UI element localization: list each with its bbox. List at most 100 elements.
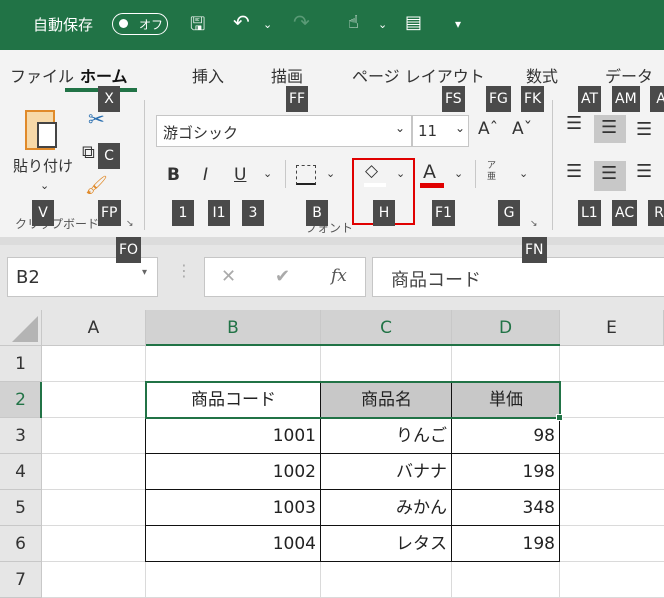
fill-handle[interactable] bbox=[556, 414, 563, 421]
row-header-2[interactable]: 2 bbox=[0, 382, 42, 418]
data-cell[interactable]: 198 bbox=[452, 454, 559, 490]
undo-icon[interactable]: ↶ bbox=[233, 10, 250, 34]
fill-color-icon[interactable]: ◇ bbox=[365, 161, 378, 181]
data-cell[interactable]: みかん bbox=[321, 490, 451, 526]
keytip-badge: R bbox=[648, 200, 664, 226]
font-size-value: 11 bbox=[418, 122, 438, 140]
paste-button[interactable]: 貼り付け bbox=[13, 155, 73, 176]
format-painter-icon[interactable]: 🖌 bbox=[85, 175, 108, 196]
tab-file[interactable]: ファイル bbox=[10, 63, 74, 87]
row-header-3[interactable]: 3 bbox=[0, 418, 42, 454]
tab-insert[interactable]: 挿入 bbox=[192, 63, 224, 87]
splitter-handle[interactable]: ⋮ bbox=[176, 261, 192, 280]
align-top-icon[interactable]: ☰ bbox=[566, 113, 582, 134]
keytip-badge: AM bbox=[612, 86, 640, 112]
align-middle-icon: ☰ bbox=[601, 117, 618, 138]
borders-icon[interactable] bbox=[296, 165, 316, 185]
insert-function-icon[interactable]: fx bbox=[331, 266, 347, 286]
fill-color-dropdown-icon[interactable]: ⌄ bbox=[396, 167, 405, 180]
decrease-font-size-icon[interactable]: Aˇ bbox=[512, 119, 532, 139]
formula-input[interactable]: 商品コード bbox=[372, 257, 664, 297]
customize-qat-icon[interactable]: ▾ bbox=[455, 17, 461, 31]
keytip-badge: L1 bbox=[578, 200, 601, 226]
data-cell[interactable]: 198 bbox=[452, 526, 559, 562]
keytip-badge: V bbox=[32, 200, 54, 226]
font-launcher-icon[interactable]: ↘ bbox=[530, 219, 538, 229]
bold-button[interactable]: B bbox=[167, 165, 180, 185]
furigana-top: ア bbox=[487, 161, 497, 171]
ribbon-shadow bbox=[0, 237, 664, 245]
data-cell[interactable]: レタス bbox=[321, 526, 451, 562]
data-cell[interactable]: 1001 bbox=[146, 418, 320, 454]
tab-page-layout[interactable]: ページ レイアウト bbox=[352, 63, 485, 87]
font-color-dropdown-icon[interactable]: ⌄ bbox=[454, 167, 463, 180]
data-cell[interactable]: 1003 bbox=[146, 490, 320, 526]
row-header-5[interactable]: 5 bbox=[0, 490, 42, 526]
align-middle-button[interactable]: ☰ bbox=[594, 115, 626, 143]
toggle-knob bbox=[119, 19, 128, 28]
font-size-select[interactable]: 11 ⌄ bbox=[412, 115, 469, 147]
font-name-select[interactable]: 游ゴシック ⌄ bbox=[156, 115, 412, 147]
furigana-icon[interactable]: ア亜 bbox=[487, 161, 496, 183]
furigana-dropdown-icon[interactable]: ⌄ bbox=[519, 167, 528, 180]
column-header-E[interactable]: E bbox=[560, 310, 664, 346]
row-header-7[interactable]: 7 bbox=[0, 562, 42, 598]
row-header-1[interactable]: 1 bbox=[0, 346, 42, 382]
keytip-badge: C bbox=[98, 143, 120, 169]
enter-icon[interactable]: ✔ bbox=[275, 266, 290, 287]
name-box[interactable]: B2 ▾ bbox=[7, 257, 158, 297]
group-divider bbox=[144, 100, 145, 230]
column-header-A[interactable]: A bbox=[42, 310, 146, 346]
tab-draw[interactable]: 描画 bbox=[271, 63, 303, 87]
font-color-button[interactable]: A bbox=[423, 161, 436, 183]
increase-font-size-icon[interactable]: Aˆ bbox=[478, 119, 498, 139]
data-cell[interactable]: 98 bbox=[452, 418, 559, 454]
autosave-toggle[interactable]: オフ bbox=[112, 13, 168, 35]
align-center-button[interactable]: ☰ bbox=[594, 161, 626, 191]
tab-data[interactable]: データ bbox=[605, 63, 653, 87]
borders-dropdown-icon[interactable]: ⌄ bbox=[326, 167, 335, 180]
column-header-D[interactable]: D bbox=[452, 310, 560, 346]
clipboard-launcher-icon[interactable]: ↘ bbox=[126, 219, 134, 229]
keytip-badge: FO bbox=[116, 237, 142, 263]
form-icon[interactable]: ▤ bbox=[405, 12, 422, 33]
underline-button[interactable]: U bbox=[234, 165, 246, 185]
paste-dropdown-icon[interactable]: ⌄ bbox=[40, 179, 49, 192]
save-icon[interactable]: 🖫 bbox=[190, 12, 205, 42]
underline-dropdown-icon[interactable]: ⌄ bbox=[263, 167, 272, 180]
title-bar: 自動保存 オフ 🖫 ↶ ⌄ ↷ ☝ ⌄ ▤ ▾ bbox=[0, 0, 664, 50]
undo-dropdown-icon[interactable]: ⌄ bbox=[263, 18, 272, 31]
align-bottom-icon[interactable]: ☰ bbox=[636, 119, 652, 140]
tab-home[interactable]: ホーム bbox=[80, 63, 128, 87]
column-header-C[interactable]: C bbox=[321, 310, 452, 346]
paste-icon[interactable] bbox=[25, 110, 57, 150]
data-cell[interactable]: りんご bbox=[321, 418, 451, 454]
data-cell[interactable]: バナナ bbox=[321, 454, 451, 490]
redo-icon: ↷ bbox=[293, 10, 310, 34]
column-header-B[interactable]: B bbox=[146, 310, 321, 346]
data-cell[interactable]: 348 bbox=[452, 490, 559, 526]
keytip-badge: FP bbox=[98, 200, 121, 226]
row-header-4[interactable]: 4 bbox=[0, 454, 42, 490]
keytip-badge: 3 bbox=[242, 200, 264, 226]
keytip-badge: G bbox=[498, 200, 520, 226]
chevron-down-icon: ⌄ bbox=[395, 121, 406, 135]
keytip-badge: H bbox=[373, 200, 395, 226]
touch-dropdown-icon[interactable]: ⌄ bbox=[378, 18, 387, 31]
keytip-badge: A bbox=[650, 86, 664, 112]
cancel-icon[interactable]: ✕ bbox=[221, 266, 236, 287]
row-header-6[interactable]: 6 bbox=[0, 526, 42, 562]
formula-bar: B2 ▾ ⋮ ✕ ✔ fx 商品コード bbox=[0, 245, 664, 310]
data-cell[interactable]: 1002 bbox=[146, 454, 320, 490]
italic-button[interactable]: I bbox=[203, 165, 208, 185]
data-cell[interactable]: 1004 bbox=[146, 526, 320, 562]
chevron-down-icon: ▾ bbox=[142, 267, 148, 278]
align-left-icon[interactable]: ☰ bbox=[566, 161, 582, 182]
worksheet-grid[interactable]: A B C D E 1 2 3 4 5 6 7 商品コード 商品名 単価 1001 りんご 98 1002 バナナ 19… bbox=[0, 310, 664, 598]
keytip-badge: AT bbox=[578, 86, 602, 112]
touch-mode-icon[interactable]: ☝ bbox=[348, 12, 359, 33]
tab-formulas[interactable]: 数式 bbox=[526, 63, 558, 87]
select-all-button[interactable] bbox=[0, 310, 42, 346]
copy-icon[interactable]: ⧉ bbox=[82, 142, 95, 163]
align-right-icon[interactable]: ☰ bbox=[636, 161, 652, 182]
